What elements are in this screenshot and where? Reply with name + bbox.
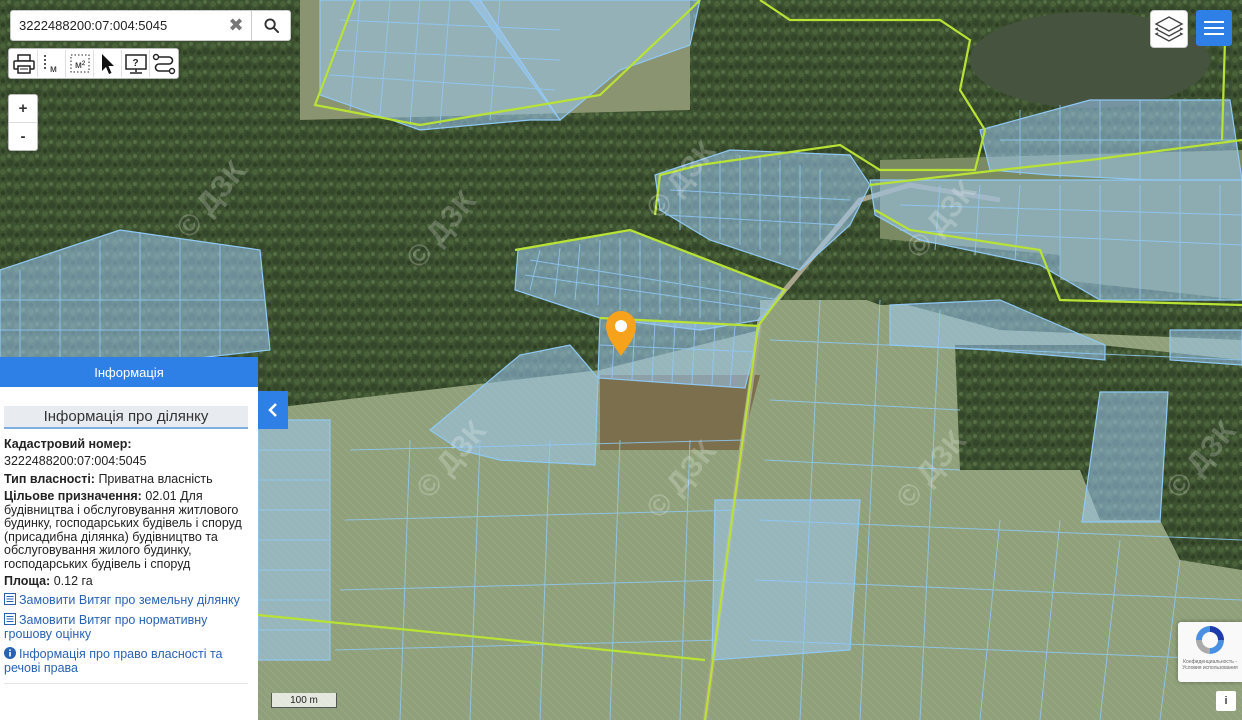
- cadastral-value: 3222488200:07:004:5045: [4, 454, 147, 468]
- area-value: 0.12 га: [50, 574, 93, 588]
- measure-length-button[interactable]: м: [37, 50, 65, 77]
- collapse-panel-button[interactable]: [258, 391, 288, 429]
- zoom-out-button[interactable]: -: [9, 122, 37, 150]
- measure-area-button[interactable]: м²: [65, 50, 93, 77]
- select-pointer-button[interactable]: [93, 50, 121, 77]
- map-toolbar: м м² ?: [8, 48, 179, 79]
- info-circle-icon: [4, 647, 16, 659]
- scale-bar: 100 m: [271, 693, 337, 708]
- search-box: ✖: [10, 10, 291, 41]
- hamburger-icon-bar: [1204, 21, 1224, 23]
- order-valuation-label: Замовити Витяг про нормативну грошову оц…: [4, 613, 208, 641]
- measure-area-icon: м²: [70, 54, 89, 72]
- print-button[interactable]: [10, 50, 37, 77]
- layers-icon: [1154, 16, 1184, 42]
- ownership-row: Тип власності: Приватна власність: [4, 471, 248, 487]
- ownership-rights-link[interactable]: Інформація про право власності та речові…: [4, 647, 248, 675]
- help-screen-button[interactable]: ?: [121, 50, 149, 77]
- cadastral-label-row: Кадастровий номер:: [4, 436, 248, 452]
- document-list-icon: [4, 613, 16, 625]
- purpose-row: Цільове призначення: 02.01 Для будівницт…: [4, 489, 248, 571]
- attribution-info-button[interactable]: i: [1216, 691, 1236, 711]
- measure-length-icon: м: [43, 54, 57, 75]
- search-icon: [263, 18, 279, 33]
- hamburger-icon-bar: [1204, 33, 1224, 35]
- panel-divider: [4, 683, 248, 684]
- zoom-control: + -: [8, 94, 38, 151]
- svg-text:м: м: [50, 64, 57, 75]
- panel-header: Інформація: [0, 357, 258, 387]
- hamburger-icon-bar: [1204, 27, 1224, 29]
- order-extract-label: Замовити Витяг про земельну ділянку: [19, 592, 240, 607]
- panel-title: Інформація про ділянку: [4, 406, 248, 429]
- recaptcha-terms[interactable]: Конфиденциальность - Условия использован…: [1178, 659, 1242, 671]
- svg-text:?: ?: [132, 58, 138, 69]
- area-row: Площа: 0.12 га: [4, 574, 248, 589]
- ownership-rights-label: Інформація про право власності та речові…: [4, 647, 223, 675]
- pointer-icon: [101, 53, 114, 74]
- route-icon: [152, 53, 175, 74]
- order-extract-link[interactable]: Замовити Витяг про земельну ділянку: [4, 592, 248, 608]
- zoom-in-button[interactable]: +: [9, 95, 37, 122]
- parcel-info-panel: Інформація про ділянку Кадастровий номер…: [0, 387, 258, 720]
- cadastral-label: Кадастровий номер:: [4, 436, 132, 451]
- layers-button[interactable]: [1150, 10, 1188, 48]
- search-button[interactable]: [251, 11, 290, 40]
- order-valuation-link[interactable]: Замовити Витяг про нормативну грошову оц…: [4, 613, 248, 641]
- route-button[interactable]: [149, 50, 177, 77]
- document-list-icon: [4, 592, 16, 605]
- help-screen-icon: ?: [124, 53, 147, 74]
- purpose-label: Цільове призначення:: [4, 489, 142, 503]
- recaptcha-badge[interactable]: Конфиденциальность - Условия использован…: [1178, 622, 1242, 682]
- svg-text:м²: м²: [75, 60, 86, 71]
- ownership-value: Приватна власність: [94, 471, 213, 486]
- printer-icon: [12, 53, 35, 74]
- ownership-label: Тип власності:: [4, 471, 95, 486]
- menu-button[interactable]: [1196, 10, 1232, 46]
- recaptcha-logo-icon: [1196, 626, 1224, 654]
- area-label: Площа:: [4, 574, 51, 588]
- clear-icon[interactable]: ✖: [221, 11, 251, 40]
- chevron-left-icon: [268, 403, 277, 417]
- search-input[interactable]: [11, 11, 221, 40]
